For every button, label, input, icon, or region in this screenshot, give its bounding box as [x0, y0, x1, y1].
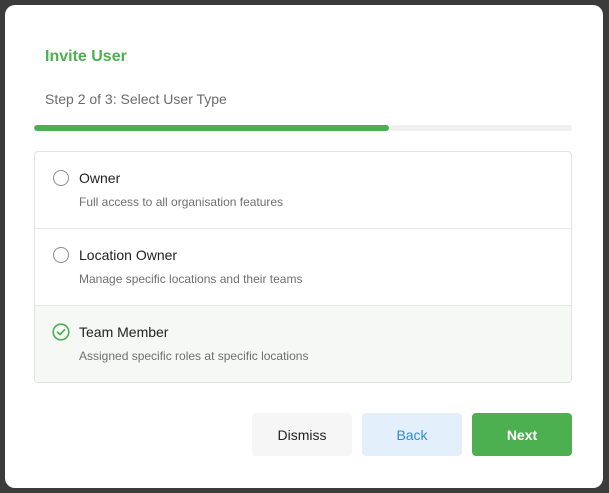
option-description: Full access to all organisation features [79, 195, 284, 209]
option-owner[interactable]: Owner Full access to all organisation fe… [35, 152, 571, 229]
dismiss-button[interactable]: Dismiss [252, 413, 352, 456]
dialog-title: Invite User [45, 48, 127, 65]
option-label: Location Owner [79, 247, 178, 263]
progress-bar-fill [34, 125, 390, 131]
option-description: Assigned specific roles at specific loca… [79, 349, 309, 363]
back-button[interactable]: Back [362, 413, 462, 456]
next-button[interactable]: Next [472, 413, 572, 456]
option-label: Owner [79, 170, 121, 186]
check-circle-icon[interactable] [52, 323, 70, 341]
option-label: Team Member [79, 324, 169, 340]
invite-user-dialog: Invite User Step 2 of 3: Select User Typ… [5, 5, 603, 488]
progress-bar [34, 125, 572, 131]
option-location-owner[interactable]: Location Owner Manage specific locations… [35, 229, 571, 306]
option-description: Manage specific locations and their team… [79, 272, 303, 286]
user-type-options: Owner Full access to all organisation fe… [34, 151, 572, 383]
option-team-member[interactable]: Team Member Assigned specific roles at s… [35, 306, 571, 382]
step-indicator: Step 2 of 3: Select User Type [45, 91, 227, 107]
radio-unselected-icon[interactable] [53, 170, 69, 186]
radio-unselected-icon[interactable] [53, 247, 69, 263]
